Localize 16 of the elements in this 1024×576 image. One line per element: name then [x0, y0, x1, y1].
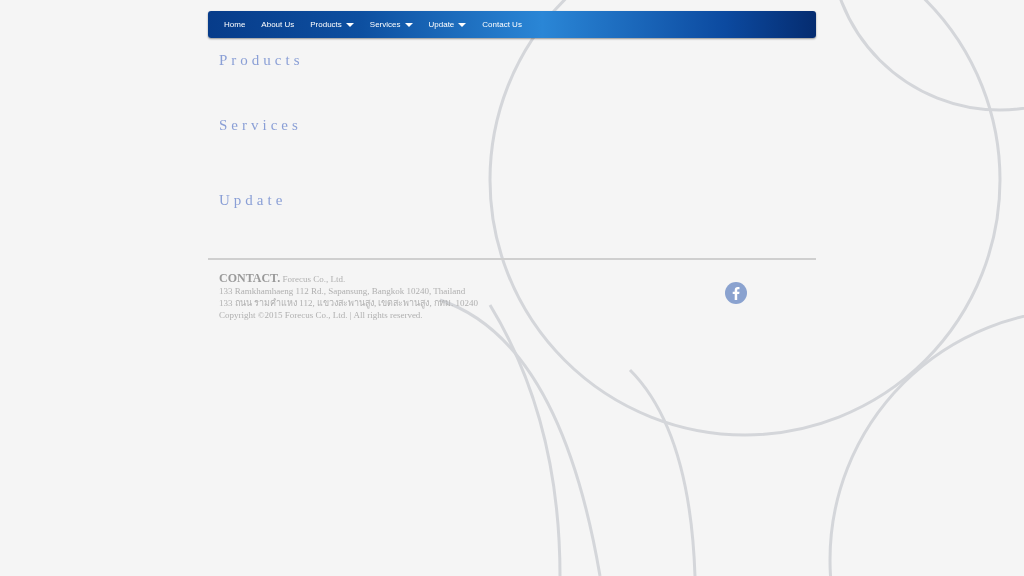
nav-link[interactable]: About Us: [253, 20, 303, 29]
facebook-icon[interactable]: [725, 282, 747, 304]
nav-link[interactable]: Contact Us: [474, 20, 530, 29]
caret-icon: [458, 22, 467, 27]
footer-text: 133 Ramkhamhaeng 112 Rd., Sapansung, Bangkok 10240, Thailand: [219, 285, 467, 297]
nav-link[interactable]: Services: [361, 20, 421, 29]
nav-link[interactable]: Home: [216, 20, 254, 29]
nav-link[interactable]: Update: [420, 20, 475, 29]
footer-text: 133 ถนน รามคำแหง 112, แขวงสะพานสูง, เขตสะพานสูง, กทม. 10240: [219, 297, 478, 309]
section-heading: Products: [219, 52, 305, 70]
nav-link[interactable]: Products: [302, 20, 362, 29]
caret-icon: [404, 22, 413, 27]
footer-text: Copyright ©2015 Forecus Co., Ltd. | All rights reserved.: [219, 309, 424, 321]
caret-icon: [345, 22, 354, 27]
section-heading: Update: [219, 192, 288, 210]
section-heading: Services: [219, 117, 303, 135]
